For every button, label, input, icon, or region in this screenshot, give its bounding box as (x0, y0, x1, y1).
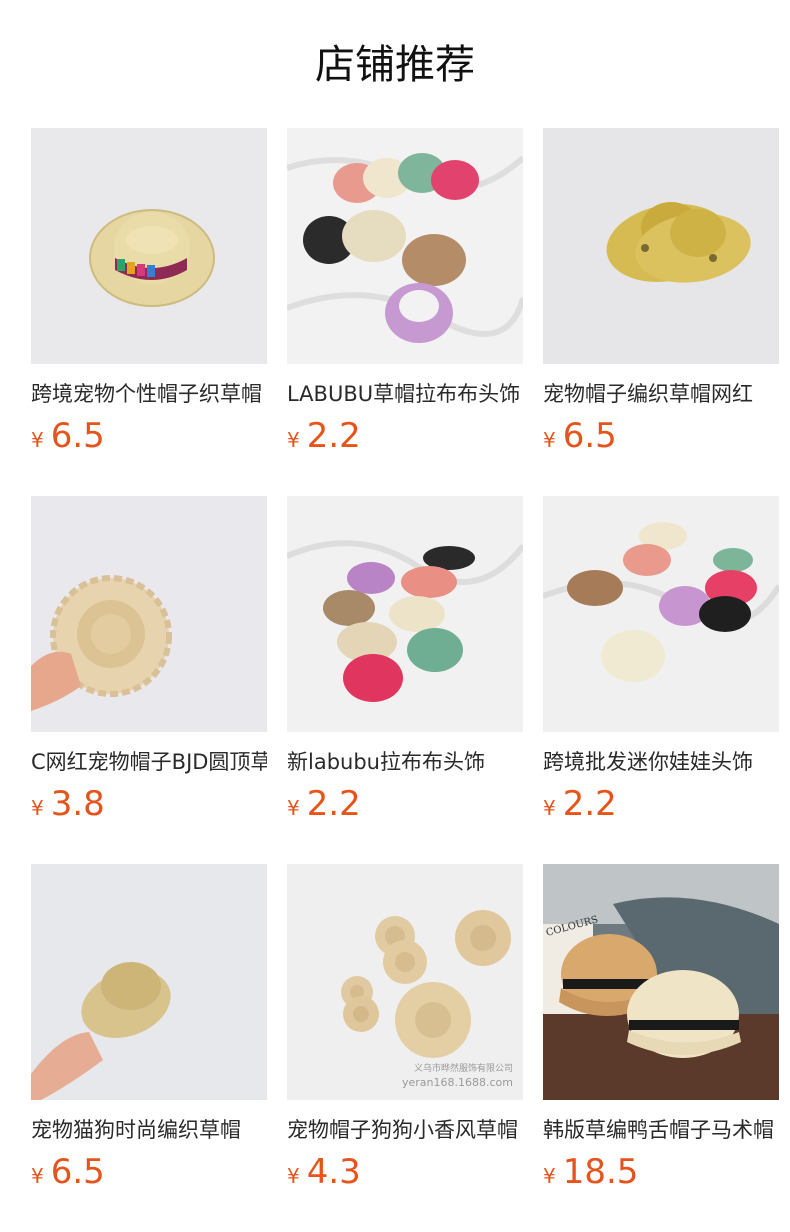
price-value: 6.5 (50, 1152, 105, 1192)
currency-symbol: ¥ (543, 1164, 556, 1188)
price-value: 2.2 (306, 416, 361, 456)
product-card[interactable]: C网红宠物帽子BJD圆顶草帽 ¥3.8 (31, 496, 267, 836)
product-name[interactable]: LABUBU草帽拉布布头饰 (287, 378, 523, 410)
product-card[interactable]: COLOURS 韩版草编鸭舌帽子马术帽 ¥18.5 (543, 864, 779, 1204)
product-price: ¥3.8 (31, 784, 105, 828)
currency-symbol: ¥ (31, 796, 44, 820)
section-title: 店铺推荐 (315, 42, 475, 88)
product-card[interactable]: 宠物帽子编织草帽网红 ¥6.5 (543, 128, 779, 468)
price-value: 18.5 (562, 1152, 639, 1192)
product-name[interactable]: 宠物猫狗时尚编织草帽 (31, 1114, 267, 1146)
currency-symbol: ¥ (287, 428, 300, 452)
product-name[interactable]: 韩版草编鸭舌帽子马术帽 (543, 1114, 779, 1146)
price-value: 2.2 (562, 784, 617, 824)
currency-symbol: ¥ (287, 796, 300, 820)
product-card[interactable]: 新labubu拉布布头饰 ¥2.2 (287, 496, 523, 836)
product-image[interactable] (31, 496, 267, 732)
product-card[interactable]: 义乌市晔然服饰有限公司 yeran168.1688.com 宠物帽子狗狗小香风草… (287, 864, 523, 1204)
product-image[interactable] (543, 496, 779, 732)
product-card[interactable]: 跨境批发迷你娃娃头饰 ¥2.2 (543, 496, 779, 836)
price-value: 6.5 (50, 416, 105, 456)
product-price: ¥6.5 (31, 416, 105, 460)
product-price: ¥2.2 (287, 416, 361, 460)
price-value: 3.8 (50, 784, 105, 824)
product-price: ¥6.5 (543, 416, 617, 460)
currency-symbol: ¥ (543, 428, 556, 452)
product-name[interactable]: 宠物帽子狗狗小香风草帽 (287, 1114, 523, 1146)
price-value: 6.5 (562, 416, 617, 456)
product-grid: 跨境宠物个性帽子织草帽 ¥6.5 LABUBU草帽拉布布头饰 ¥2.2 宠物帽子… (31, 128, 790, 1232)
watermark-url: yeran168.1688.com (402, 1076, 513, 1089)
product-name[interactable]: 新labubu拉布布头饰 (287, 746, 523, 778)
product-image[interactable] (287, 128, 523, 364)
product-price: ¥4.3 (287, 1152, 361, 1196)
product-name[interactable]: C网红宠物帽子BJD圆顶草帽 (31, 746, 267, 778)
currency-symbol: ¥ (31, 428, 44, 452)
product-price: ¥2.2 (287, 784, 361, 828)
product-name[interactable]: 跨境宠物个性帽子织草帽 (31, 378, 267, 410)
product-image[interactable]: COLOURS (543, 864, 779, 1100)
product-image[interactable] (31, 128, 267, 364)
product-name[interactable]: 跨境批发迷你娃娃头饰 (543, 746, 779, 778)
product-price: ¥6.5 (31, 1152, 105, 1196)
product-image[interactable] (287, 496, 523, 732)
product-card[interactable]: 宠物猫狗时尚编织草帽 ¥6.5 (31, 864, 267, 1204)
currency-symbol: ¥ (31, 1164, 44, 1188)
product-price: ¥2.2 (543, 784, 617, 828)
product-image[interactable] (543, 128, 779, 364)
currency-symbol: ¥ (287, 1164, 300, 1188)
product-card[interactable]: LABUBU草帽拉布布头饰 ¥2.2 (287, 128, 523, 468)
product-image[interactable] (31, 864, 267, 1100)
currency-symbol: ¥ (543, 796, 556, 820)
product-name[interactable]: 宠物帽子编织草帽网红 (543, 378, 779, 410)
product-card[interactable]: 跨境宠物个性帽子织草帽 ¥6.5 (31, 128, 267, 468)
price-value: 2.2 (306, 784, 361, 824)
product-price: ¥18.5 (543, 1152, 638, 1196)
price-value: 4.3 (306, 1152, 361, 1192)
product-image[interactable]: 义乌市晔然服饰有限公司 yeran168.1688.com (287, 864, 523, 1100)
watermark-company: 义乌市晔然服饰有限公司 (414, 1062, 513, 1074)
